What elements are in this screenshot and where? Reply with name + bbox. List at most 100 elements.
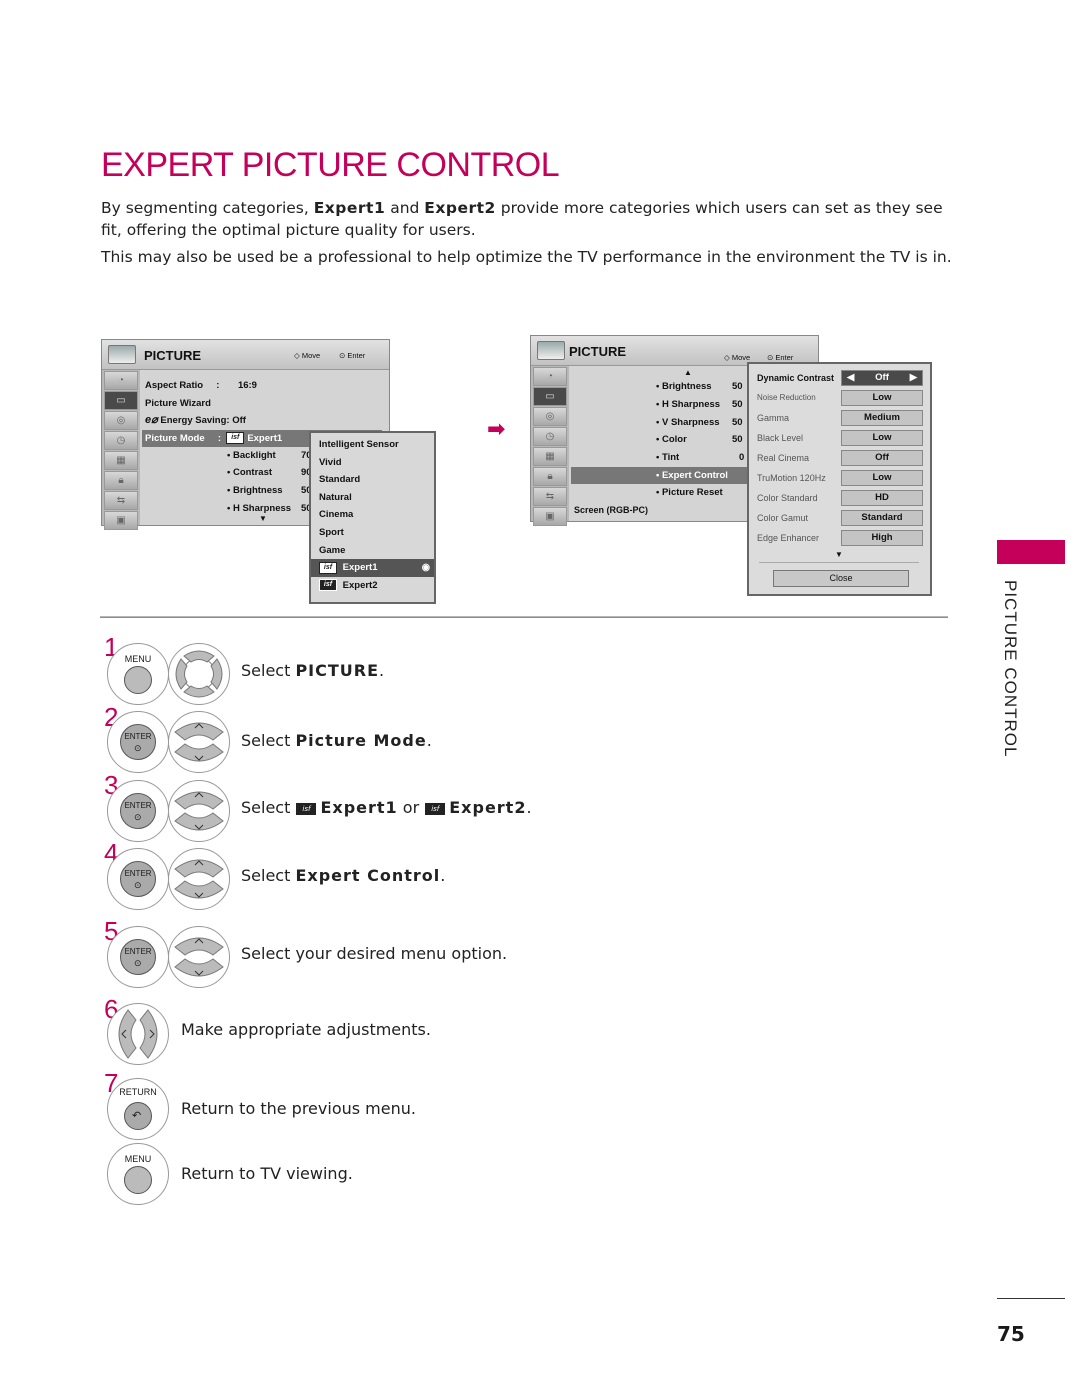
expert-value-trumotion[interactable]: Low — [841, 470, 923, 486]
right-arrow-icon[interactable]: ▶ — [910, 371, 917, 385]
audio-icon[interactable]: ◎ — [104, 411, 138, 430]
row-h-sharpness[interactable]: • H Sharpness 50 — [656, 396, 743, 413]
scroll-down-arrow-icon[interactable]: ▼ — [835, 550, 843, 559]
menu-button[interactable]: MENU — [107, 643, 169, 705]
expert-value-black-level[interactable]: Low — [841, 430, 923, 446]
left-right-button[interactable] — [107, 1003, 169, 1065]
up-down-arrows-icon — [174, 859, 224, 899]
expert-value-color-standard[interactable]: HD — [841, 490, 923, 506]
button-label: ENTER — [124, 732, 152, 741]
enter-dot-icon: ⊙ — [134, 959, 142, 969]
option-label: Expert2 — [342, 579, 378, 591]
expert-value-dynamic-contrast[interactable]: ◀ Off ▶ — [841, 370, 923, 386]
mode-option-expert2[interactable]: isf Expert2 — [311, 577, 434, 595]
step-6-text: Make appropriate adjustments. — [181, 1020, 431, 1039]
close-button[interactable]: Close — [773, 570, 909, 587]
isf-logo-icon: isf — [319, 561, 337, 574]
up-down-button[interactable] — [168, 926, 230, 988]
tv-icon — [537, 341, 565, 360]
expert-value-gamma[interactable]: Medium — [841, 410, 923, 426]
option-icon[interactable]: ▦ — [104, 451, 138, 470]
row-color[interactable]: • Color 50 — [656, 431, 743, 448]
button-label: MENU — [124, 1154, 152, 1164]
row-tint[interactable]: • Tint 0 — [656, 449, 746, 466]
final-step-text: Return to TV viewing. — [181, 1164, 353, 1183]
input-icon[interactable]: ⇆ — [533, 487, 567, 506]
option-label: Expert1 — [342, 562, 378, 574]
expert-value-color-gamut[interactable]: Standard — [841, 510, 923, 526]
mode-option-natural[interactable]: Natural — [311, 489, 434, 507]
button-face — [120, 861, 156, 897]
mode-option-intelligent-sensor[interactable]: Intelligent Sensor — [311, 436, 434, 454]
time-icon[interactable]: ◷ — [104, 431, 138, 450]
left-arrow-icon[interactable]: ◀ — [847, 371, 854, 385]
row-screen-rgb-pc[interactable]: Screen (RGB-PC) — [574, 502, 648, 519]
row-brightness[interactable]: • Brightness 50 — [656, 378, 743, 395]
up-down-button[interactable] — [168, 780, 230, 842]
intro-text: and — [385, 199, 425, 217]
up-down-arrows-icon — [174, 722, 224, 762]
input-icon[interactable]: ⇆ — [104, 491, 138, 510]
row-label: Energy Saving: Off — [160, 415, 246, 426]
sub-row-backlight[interactable]: • Backlight 70 — [227, 447, 312, 464]
scroll-up-arrow-icon[interactable]: ▲ — [684, 368, 692, 377]
expert-label-real-cinema: Real Cinema — [757, 453, 810, 463]
sub-row-brightness[interactable]: • Brightness 50 — [227, 482, 312, 499]
row-label: Picture Mode — [145, 433, 205, 444]
expert-value-noise-reduction[interactable]: Low — [841, 390, 923, 406]
sub-row-contrast[interactable]: • Contrast 90 — [227, 464, 312, 481]
mode-option-expert1[interactable]: isf Expert1 ◉ — [311, 559, 434, 577]
lock-icon[interactable]: 🔒︎ — [533, 467, 567, 486]
setup-icon[interactable]: ◔ — [104, 371, 138, 390]
menu-icon-column: ◔ ▭ ◎ ◷ ▦ 🔒︎ ⇆ ▣ — [102, 370, 140, 530]
enter-button[interactable]: ENTER ⊙ — [107, 926, 169, 988]
dpad-arrows-icon — [175, 650, 223, 698]
step-text: . — [426, 731, 432, 750]
menu-row-aspect-ratio[interactable]: Aspect Ratio : 16:9 — [145, 377, 257, 394]
enter-button[interactable]: ENTER ⊙ — [107, 780, 169, 842]
usb-icon[interactable]: ▣ — [533, 507, 567, 526]
page-number: 75 — [997, 1322, 1025, 1346]
menu-row-picture-wizard[interactable]: Picture Wizard — [145, 395, 211, 412]
screen-header: PICTURE ◇ Move ⊙ Enter — [102, 340, 389, 370]
scroll-down-arrow-icon[interactable]: ▼ — [259, 514, 267, 523]
up-down-arrows-icon — [174, 937, 224, 977]
row-v-sharpness[interactable]: • V Sharpness 50 — [656, 414, 743, 431]
menu-button[interactable]: MENU — [107, 1143, 169, 1205]
mode-option-vivid[interactable]: Vivid — [311, 454, 434, 472]
row-picture-reset[interactable]: • Picture Reset — [656, 484, 723, 501]
move-label: Move — [731, 353, 751, 362]
mode-option-cinema[interactable]: Cinema — [311, 506, 434, 524]
setup-icon[interactable]: ◔ — [533, 367, 567, 386]
value-text: Off — [875, 372, 889, 383]
nav-dpad-button[interactable] — [168, 643, 230, 705]
mode-option-standard[interactable]: Standard — [311, 471, 434, 489]
picture-icon[interactable]: ▭ — [104, 391, 138, 410]
time-icon[interactable]: ◷ — [533, 427, 567, 446]
expert-value-real-cinema[interactable]: Off — [841, 450, 923, 466]
usb-icon[interactable]: ▣ — [104, 511, 138, 530]
expert-value-edge-enhancer[interactable]: High — [841, 530, 923, 546]
enter-button[interactable]: ENTER ⊙ — [107, 711, 169, 773]
isf-logo-icon: isf — [295, 801, 318, 816]
lock-icon[interactable]: 🔒︎ — [104, 471, 138, 490]
mode-option-game[interactable]: Game — [311, 542, 434, 560]
up-down-button[interactable] — [168, 711, 230, 773]
button-face — [120, 724, 156, 760]
step-5-text: Select your desired menu option. — [241, 944, 508, 963]
left-right-arrows-icon — [118, 1009, 158, 1059]
return-arrow-icon: ↶ — [132, 1109, 142, 1122]
button-face — [120, 939, 156, 975]
row-sep: : — [216, 380, 220, 391]
audio-icon[interactable]: ◎ — [533, 407, 567, 426]
menu-row-energy-saving[interactable]: e⌀ Energy Saving: Off — [145, 412, 246, 429]
option-icon[interactable]: ▦ — [533, 447, 567, 466]
enter-button[interactable]: ENTER ⊙ — [107, 848, 169, 910]
return-button[interactable]: RETURN ↶ — [107, 1078, 169, 1140]
mode-option-sport[interactable]: Sport — [311, 524, 434, 542]
button-label: ENTER — [124, 801, 152, 810]
up-down-button[interactable] — [168, 848, 230, 910]
row-expert-control[interactable]: • Expert Control — [571, 467, 748, 484]
picture-icon[interactable]: ▭ — [533, 387, 567, 406]
step-bold: Expert2 — [449, 798, 527, 817]
